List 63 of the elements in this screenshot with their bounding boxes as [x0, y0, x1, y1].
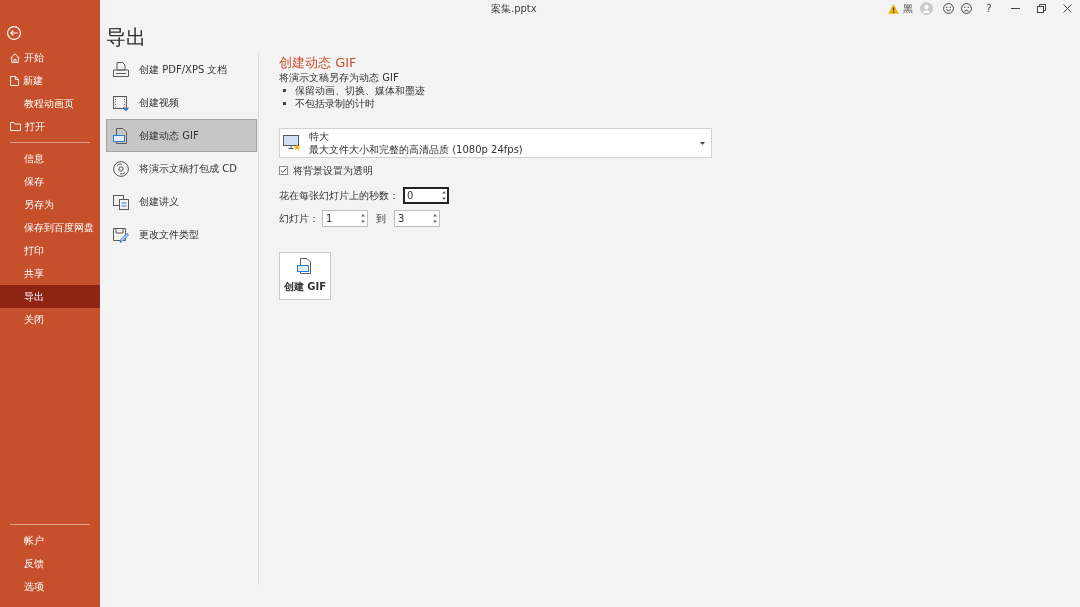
warning-icon: [888, 3, 899, 14]
file-pen-icon: [113, 226, 129, 243]
caret-icon: [700, 141, 705, 145]
sidebar-item[interactable]: 保存: [0, 170, 100, 193]
bullet-icon: [283, 89, 286, 92]
section-title: 创建动态 GIF: [279, 55, 358, 71]
disc-icon: [113, 160, 129, 177]
spinner-icon[interactable]: [433, 214, 437, 223]
export-option[interactable]: 创建动态 GIF: [106, 119, 257, 152]
restore-icon: [1036, 4, 1046, 13]
page-title: 导出: [106, 25, 147, 49]
bullet-text: 保留动画、切换、媒体和墨迹: [295, 84, 425, 97]
monitor-star-icon: [283, 135, 301, 151]
frown-icon[interactable]: [961, 3, 972, 14]
pages-icon: [113, 193, 129, 210]
window-title: 案集.pptx: [491, 2, 537, 16]
film-icon: [113, 94, 129, 111]
export-option[interactable]: 创建讲义: [106, 185, 257, 218]
spinner-icon[interactable]: [442, 191, 446, 200]
slide-to-field[interactable]: 3: [394, 210, 440, 227]
back-arrow-icon[interactable]: [7, 26, 21, 40]
export-option[interactable]: 将演示文稿打包成 CD: [106, 152, 257, 185]
sidebar-item[interactable]: 打印: [0, 239, 100, 262]
export-option[interactable]: 更改文件类型: [106, 218, 257, 251]
sidebar-item[interactable]: 保存到百度网盘: [0, 216, 100, 239]
document-icon: [10, 75, 19, 86]
folder-icon: [10, 122, 21, 131]
slide-from-field[interactable]: 1: [322, 210, 368, 227]
spinner-icon[interactable]: [361, 214, 365, 223]
sidebar-item[interactable]: 帐户: [0, 529, 100, 552]
field-label: 花在每张幻灯片上的秒数：: [279, 189, 399, 203]
seconds-field[interactable]: 0: [403, 187, 449, 204]
image-file-icon: [113, 127, 129, 144]
bullet-text: 不包括录制的计时: [295, 97, 375, 110]
close-icon: [1062, 4, 1072, 13]
create-gif-button[interactable]: 创建 GIF: [279, 252, 331, 300]
minimize-icon: [1010, 8, 1020, 9]
sidebar-item[interactable]: 开始: [0, 46, 100, 69]
sidebar-item[interactable]: 另存为: [0, 193, 100, 216]
home-icon: [10, 52, 20, 63]
sidebar-item[interactable]: 导出: [0, 285, 100, 308]
sidebar-item[interactable]: 选项: [0, 575, 100, 598]
smiley-icon[interactable]: [943, 3, 954, 14]
sidebar-item[interactable]: 打开: [0, 115, 100, 138]
help-button[interactable]: ?: [976, 0, 1002, 17]
image-file-icon: [297, 258, 313, 274]
export-option[interactable]: 创建 PDF/XPS 文档: [106, 53, 257, 86]
field-label: 幻灯片：: [279, 212, 319, 226]
quality-dropdown[interactable]: 特大 最大文件大小和完整的高清品质 (1080p 24fps): [279, 128, 712, 158]
account-name: 黑: [903, 2, 913, 16]
sidebar-item[interactable]: 反馈: [0, 552, 100, 575]
export-option[interactable]: 创建视频: [106, 86, 257, 119]
sidebar-item[interactable]: 教程动画页: [0, 92, 100, 115]
printer-icon: [113, 61, 129, 78]
sidebar-item[interactable]: 关闭: [0, 308, 100, 331]
sidebar-item[interactable]: 信息: [0, 147, 100, 170]
description-text: 将演示文稿另存为动态 GIF: [279, 71, 400, 84]
checkbox[interactable]: [279, 166, 288, 175]
checkbox-label: 将背景设置为透明: [293, 164, 373, 178]
field-label: 到: [376, 212, 386, 226]
sidebar-item[interactable]: 共享: [0, 262, 100, 285]
sidebar-item[interactable]: 新建: [0, 69, 100, 92]
bullet-icon: [283, 102, 286, 105]
